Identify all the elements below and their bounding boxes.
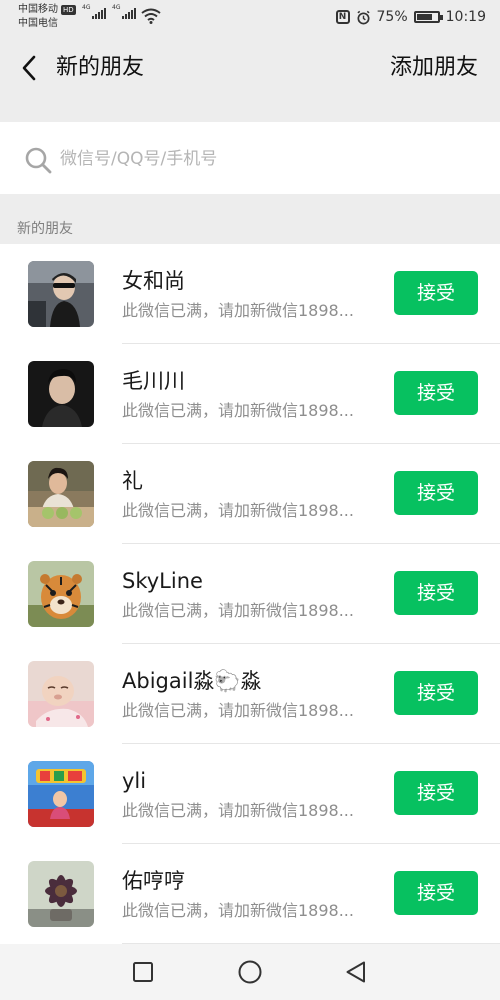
friend-name: 礼 <box>122 469 143 493</box>
signal-icons: 4G 4G <box>82 4 136 19</box>
accept-button[interactable]: 接受 <box>394 371 478 415</box>
friend-message: 此微信已满，请加新微信1898... <box>122 701 354 720</box>
list-item[interactable]: 毛川川 此微信已满，请加新微信1898... 接受 <box>0 344 500 444</box>
friend-message: 此微信已满，请加新微信1898... <box>122 801 354 820</box>
carrier-info: 中国移动 HD 中国电信 <box>18 3 76 31</box>
friend-name: yli <box>122 769 147 793</box>
friend-name: 女和尚 <box>122 269 185 293</box>
avatar <box>28 361 94 427</box>
accept-button[interactable]: 接受 <box>394 471 478 515</box>
avatar <box>28 861 94 927</box>
wifi-icon <box>141 8 161 24</box>
avatar <box>28 461 94 527</box>
accept-button[interactable]: 接受 <box>394 571 478 615</box>
avatar <box>28 561 94 627</box>
circle-icon <box>238 960 262 984</box>
friend-message: 此微信已满，请加新微信1898... <box>122 401 354 420</box>
section-header: 新的朋友 <box>17 221 73 237</box>
nfc-icon: N <box>335 10 350 24</box>
list-item[interactable]: SkyLine 此微信已满，请加新微信1898... 接受 <box>0 544 500 644</box>
avatar <box>28 761 94 827</box>
friend-request-list: 女和尚 此微信已满，请加新微信1898... 接受 毛川川 此微信已满，请加新微… <box>0 244 500 944</box>
system-nav-bar <box>0 944 500 1000</box>
back-button[interactable] <box>14 50 44 86</box>
recents-button[interactable] <box>128 957 158 987</box>
signal-icon: 4G <box>112 4 136 19</box>
avatar <box>28 261 94 327</box>
clock: 10:19 <box>445 9 486 25</box>
signal-icon: 4G <box>82 4 106 19</box>
triangle-back-icon <box>346 961 365 983</box>
accept-button[interactable]: 接受 <box>394 671 478 715</box>
home-button[interactable] <box>235 957 265 987</box>
friend-message: 此微信已满，请加新微信1898... <box>122 501 354 520</box>
list-item[interactable]: yli 此微信已满，请加新微信1898... 接受 <box>0 744 500 844</box>
battery-percent: 75% <box>376 9 408 25</box>
list-item[interactable]: Abigail淼🐑淼 此微信已满，请加新微信1898... 接受 <box>0 644 500 744</box>
title-bar: 新的朋友 添加朋友 <box>0 36 500 100</box>
search-bar[interactable] <box>0 122 500 194</box>
accept-button[interactable]: 接受 <box>394 271 478 315</box>
accept-button[interactable]: 接受 <box>394 871 478 915</box>
page-title: 新的朋友 <box>56 55 145 80</box>
carrier-2: 中国电信 <box>18 18 58 29</box>
add-friend-button[interactable]: 添加朋友 <box>390 52 478 84</box>
friend-name: 毛川川 <box>122 369 185 393</box>
friend-message: 此微信已满，请加新微信1898... <box>122 301 354 320</box>
alarm-icon <box>356 10 370 24</box>
accept-button[interactable]: 接受 <box>394 771 478 815</box>
chevron-left-icon <box>22 55 36 81</box>
search-input[interactable] <box>60 142 460 176</box>
avatar <box>28 661 94 727</box>
status-bar: 中国移动 HD 中国电信 4G 4G N 75% 10:19 <box>0 0 500 36</box>
friend-message: 此微信已满，请加新微信1898... <box>122 601 354 620</box>
back-nav-button[interactable] <box>341 957 371 987</box>
list-item[interactable]: 佑哼哼 此微信已满，请加新微信1898... 接受 <box>0 844 500 944</box>
search-icon <box>25 147 52 174</box>
list-item[interactable]: 礼 此微信已满，请加新微信1898... 接受 <box>0 444 500 544</box>
hd-badge: HD <box>61 5 76 15</box>
friend-name: SkyLine <box>122 569 203 593</box>
list-item[interactable]: 女和尚 此微信已满，请加新微信1898... 接受 <box>0 244 500 344</box>
friend-name: 佑哼哼 <box>122 869 185 893</box>
carrier-1: 中国移动 <box>18 4 58 15</box>
friend-name: Abigail淼🐑淼 <box>122 669 262 693</box>
square-icon <box>133 962 153 982</box>
friend-message: 此微信已满，请加新微信1898... <box>122 901 354 920</box>
battery-icon <box>413 11 443 23</box>
